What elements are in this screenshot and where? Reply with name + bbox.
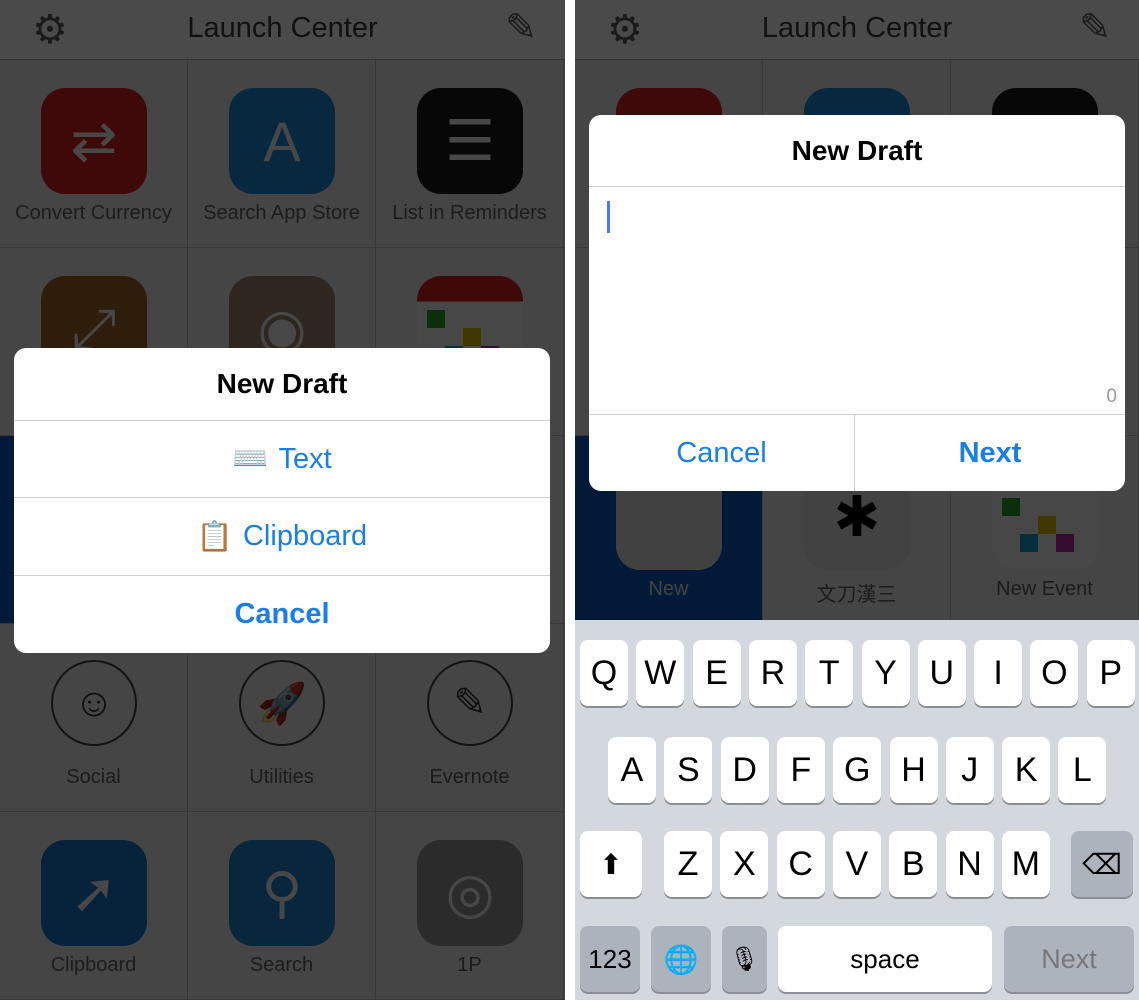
app-title: Launch Center — [761, 12, 953, 44]
dialog-title: New Draft — [589, 115, 1125, 187]
keyboard: Q W E R T Y U I O P A S D F G H J K L Z X C V B N M ⬆ ⌫ 123 🌐 🎙 space Ne… — [575, 620, 1139, 1000]
draft-text-area[interactable]: 0 — [589, 187, 1125, 414]
pencil-icon[interactable]: ✎ — [505, 8, 537, 48]
key-t[interactable]: T — [805, 640, 854, 706]
key-z[interactable]: Z — [664, 831, 712, 897]
character-count: 0 — [1106, 386, 1117, 407]
clipboard-option-button[interactable]: 📋 Clipboard — [14, 497, 550, 575]
key-i[interactable]: I — [974, 640, 1023, 706]
shift-icon[interactable]: ⬆ — [580, 831, 642, 897]
next-button[interactable]: Next — [855, 414, 1125, 491]
delete-icon[interactable]: ⌫ — [1071, 831, 1133, 897]
new-draft-action-sheet: New Draft ⌨️ Text 📋 Clipboard Cancel — [14, 348, 550, 653]
space-key[interactable]: space — [778, 926, 992, 992]
app-title: Launch Center — [187, 12, 378, 44]
key-c[interactable]: C — [776, 831, 825, 897]
key-a[interactable]: A — [608, 737, 656, 803]
key-w[interactable]: W — [636, 640, 685, 706]
clipboard-icon: 📋 — [196, 520, 233, 553]
keyboard-icon: ⌨️ — [232, 443, 269, 475]
text-option-button[interactable]: ⌨️ Text — [14, 420, 550, 497]
microphone-icon[interactable]: 🎙 — [722, 926, 767, 992]
launch-center-screen-right: ⇄Convert CurrencyASearch App Store☰List … — [575, 0, 1139, 1000]
globe-icon[interactable]: 🌐 — [651, 926, 711, 992]
key-b[interactable]: B — [889, 831, 938, 897]
clipboard-option-label: Clipboard — [242, 520, 368, 552]
key-v[interactable]: V — [832, 831, 881, 897]
key-u[interactable]: U — [917, 640, 966, 706]
key-p[interactable]: P — [1086, 640, 1135, 706]
key-o[interactable]: O — [1030, 640, 1079, 706]
key-r[interactable]: R — [748, 640, 797, 706]
key-q[interactable]: Q — [580, 640, 628, 706]
text-cursor — [607, 201, 610, 233]
numbers-key[interactable]: 123 — [580, 926, 640, 992]
key-s[interactable]: S — [664, 737, 713, 803]
launch-center-screen-left: ⇄Convert CurrencyASearch App Store☰List … — [0, 0, 565, 1000]
key-h[interactable]: H — [889, 737, 938, 803]
cancel-button[interactable]: Cancel — [14, 575, 550, 653]
key-x[interactable]: X — [720, 831, 769, 897]
key-j[interactable]: J — [945, 737, 994, 803]
key-l[interactable]: L — [1058, 737, 1107, 803]
nav-bar: ⚙ Launch Center ✎ — [575, 0, 1139, 60]
nav-bar: ⚙ Launch Center ✎ — [0, 0, 565, 60]
key-k[interactable]: K — [1002, 737, 1051, 803]
key-n[interactable]: N — [945, 831, 994, 897]
next-key[interactable]: Next — [1004, 926, 1134, 992]
key-g[interactable]: G — [833, 737, 882, 803]
pencil-icon[interactable]: ✎ — [1079, 8, 1111, 48]
sheet-title: New Draft — [216, 368, 348, 399]
key-m[interactable]: M — [1001, 831, 1050, 897]
key-f[interactable]: F — [776, 737, 825, 803]
key-y[interactable]: Y — [861, 640, 910, 706]
text-option-label: Text — [278, 442, 332, 475]
key-d[interactable]: D — [720, 737, 769, 803]
key-e[interactable]: E — [692, 640, 741, 706]
new-draft-dialog: New Draft 0 Cancel Next — [589, 115, 1125, 491]
cancel-button[interactable]: Cancel — [589, 414, 855, 491]
